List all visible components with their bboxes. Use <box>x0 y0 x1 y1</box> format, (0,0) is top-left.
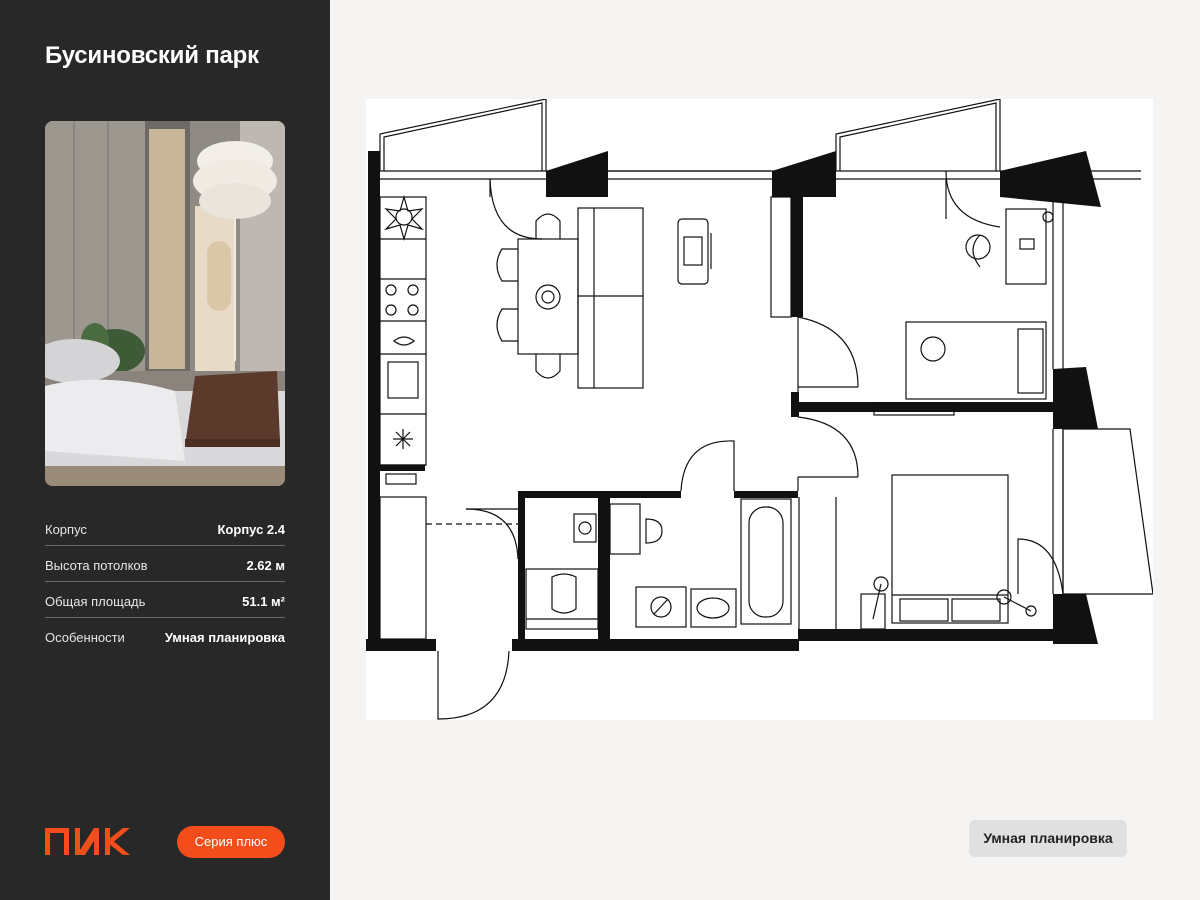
spec-label: Корпус <box>45 522 87 537</box>
kitchen-counter <box>379 194 427 485</box>
pik-logo <box>45 828 131 861</box>
interior-photo <box>45 121 285 486</box>
spec-value: Умная планировка <box>164 630 285 645</box>
balcony-doors <box>489 178 543 240</box>
balcony-left <box>379 99 547 171</box>
bedroom-top <box>873 170 1054 416</box>
hallway <box>379 496 519 720</box>
spec-value: 51.1 м² <box>242 594 285 609</box>
series-badge: Серия плюс <box>177 826 285 858</box>
balcony-right <box>835 99 1001 171</box>
bedroom-bottom <box>798 474 1037 630</box>
project-title: Бусиновский парк <box>45 42 259 69</box>
spec-row-building: Корпус Корпус 2.4 <box>45 510 285 546</box>
spec-row-ceiling-height: Высота потолков 2.62 м <box>45 546 285 582</box>
spec-row-total-area: Общая площадь 51.1 м² <box>45 582 285 618</box>
structural-walls <box>366 151 1101 651</box>
bathroom-large <box>609 498 792 628</box>
spec-label: Общая площадь <box>45 594 146 609</box>
spec-label: Высота потолков <box>45 558 148 573</box>
floor-plan <box>366 99 1153 720</box>
dining-set <box>496 207 712 389</box>
bathroom-small <box>525 513 599 630</box>
sidebar: Бусиновский парк Корпус Корпус 2.4 Высот… <box>0 0 330 900</box>
spec-value: Корпус 2.4 <box>217 522 286 537</box>
spec-value: 2.62 м <box>246 558 285 573</box>
spec-label: Особенности <box>45 630 125 645</box>
smart-layout-tag: Умная планировка <box>969 820 1127 857</box>
specs-list: Корпус Корпус 2.4 Высота потолков 2.62 м… <box>45 510 285 654</box>
wardrobe <box>770 196 792 318</box>
spec-row-features: Особенности Умная планировка <box>45 618 285 654</box>
